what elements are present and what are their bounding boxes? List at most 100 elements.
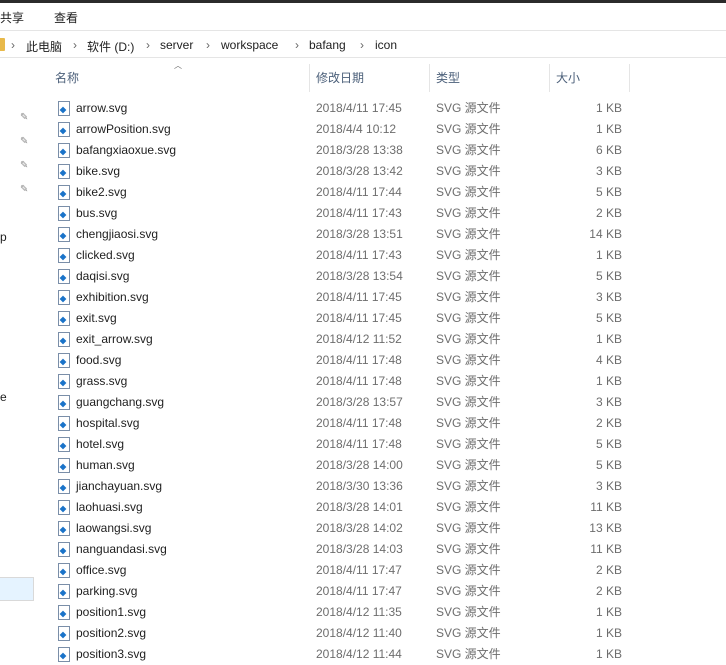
file-size: 1 KB [595, 248, 622, 262]
file-size: 5 KB [595, 311, 622, 325]
file-row[interactable]: chengjiaosi.svg 2018/3/28 13:51 SVG 源文件 14 … [47, 224, 630, 245]
svg-file-icon [58, 521, 70, 536]
nav-item-fragment[interactable]: e [0, 390, 7, 404]
file-type: SVG 源文件 [436, 353, 501, 367]
file-name: daqisi.svg [76, 269, 130, 283]
svg-file-icon [58, 605, 70, 620]
breadcrumb-this-pc[interactable]: 此电脑 [26, 38, 62, 55]
file-row[interactable]: human.svg 2018/3/28 14:00 SVG 源文件 5 KB [47, 455, 630, 476]
file-row[interactable]: position2.svg 2018/4/12 11:40 SVG 源文件 1 KB [47, 623, 630, 644]
file-type: SVG 源文件 [436, 458, 501, 472]
file-name: arrowPosition.svg [76, 122, 171, 136]
file-name: parking.svg [76, 584, 138, 598]
file-type: SVG 源文件 [436, 185, 501, 199]
tab-view[interactable]: 查看 [54, 9, 78, 26]
file-modified-date: 2018/4/11 17:47 [316, 563, 402, 577]
pin-icon[interactable]: ✎ [20, 161, 30, 171]
file-modified-date: 2018/3/28 13:54 [316, 269, 403, 283]
column-header-date[interactable]: 修改日期 [316, 64, 364, 92]
column-header-name[interactable]: 名称 [55, 64, 79, 92]
file-row[interactable]: laohuasi.svg 2018/3/28 14:01 SVG 源文件 11 KB [47, 497, 630, 518]
file-name: nanguandasi.svg [76, 542, 167, 556]
breadcrumb-drive-d[interactable]: 软件 (D:) [87, 38, 134, 55]
file-modified-date: 2018/3/28 14:03 [316, 542, 403, 556]
column-divider[interactable] [549, 64, 550, 92]
file-name: bus.svg [76, 206, 118, 220]
file-name: position1.svg [76, 605, 147, 619]
file-row[interactable]: exhibition.svg 2018/4/11 17:45 SVG 源文件 3 KB [47, 287, 630, 308]
file-type: SVG 源文件 [436, 647, 501, 661]
svg-file-icon [58, 290, 70, 305]
file-row[interactable]: bike2.svg 2018/4/11 17:44 SVG 源文件 5 KB [47, 182, 630, 203]
pin-icon[interactable]: ✎ [20, 113, 30, 123]
file-type: SVG 源文件 [436, 227, 501, 241]
column-divider[interactable] [629, 64, 630, 92]
file-size: 6 KB [595, 143, 622, 157]
pin-icon[interactable]: ✎ [20, 137, 30, 147]
file-row[interactable]: position1.svg 2018/4/12 11:35 SVG 源文件 1 KB [47, 602, 630, 623]
file-name: hospital.svg [76, 416, 140, 430]
file-type: SVG 源文件 [436, 164, 501, 178]
file-size: 5 KB [595, 437, 622, 451]
nav-item-selected[interactable] [0, 577, 34, 601]
file-type: SVG 源文件 [436, 395, 501, 409]
file-row[interactable]: office.svg 2018/4/11 17:47 SVG 源文件 2 KB [47, 560, 630, 581]
breadcrumb-workspace[interactable]: workspace [221, 38, 278, 52]
file-row[interactable]: jianchayuan.svg 2018/3/30 13:36 SVG 源文件 3 K… [47, 476, 630, 497]
file-type: SVG 源文件 [436, 206, 501, 220]
column-header-size[interactable]: 大小 [556, 64, 580, 92]
file-row[interactable]: nanguandasi.svg 2018/3/28 14:03 SVG 源文件 11 … [47, 539, 630, 560]
file-name: bike.svg [76, 164, 121, 178]
svg-file-icon [58, 353, 70, 368]
file-row[interactable]: position3.svg 2018/4/12 11:44 SVG 源文件 1 KB [47, 644, 630, 665]
chevron-right-icon[interactable]: › [73, 38, 77, 52]
file-type: SVG 源文件 [436, 437, 501, 451]
chevron-right-icon[interactable]: › [11, 38, 15, 52]
file-name: jianchayuan.svg [76, 479, 163, 493]
file-modified-date: 2018/4/12 11:35 [316, 605, 402, 619]
file-row[interactable]: bike.svg 2018/3/28 13:42 SVG 源文件 3 KB [47, 161, 630, 182]
file-size: 5 KB [595, 458, 622, 472]
column-divider[interactable] [309, 64, 310, 92]
file-row[interactable]: exit_arrow.svg 2018/4/12 11:52 SVG 源文件 1 KB [47, 329, 630, 350]
pin-icon[interactable]: ✎ [20, 185, 30, 195]
file-row[interactable]: laowangsi.svg 2018/3/28 14:02 SVG 源文件 13 KB [47, 518, 630, 539]
file-row[interactable]: hospital.svg 2018/4/11 17:48 SVG 源文件 2 KB [47, 413, 630, 434]
ribbon-tabs: 共享 查看 [0, 3, 726, 31]
file-row[interactable]: hotel.svg 2018/4/11 17:48 SVG 源文件 5 KB [47, 434, 630, 455]
file-size: 1 KB [595, 122, 622, 136]
file-modified-date: 2018/4/12 11:52 [316, 332, 402, 346]
file-row[interactable]: daqisi.svg 2018/3/28 13:54 SVG 源文件 5 KB [47, 266, 630, 287]
chevron-right-icon[interactable]: › [146, 38, 150, 52]
chevron-right-icon[interactable]: › [295, 38, 299, 52]
file-type: SVG 源文件 [436, 311, 501, 325]
file-row[interactable]: guangchang.svg 2018/3/28 13:57 SVG 源文件 3 KB [47, 392, 630, 413]
file-row[interactable]: bafangxiaoxue.svg 2018/3/28 13:38 SVG 源文件 6… [47, 140, 630, 161]
svg-file-icon [58, 206, 70, 221]
file-row[interactable]: bus.svg 2018/4/11 17:43 SVG 源文件 2 KB [47, 203, 630, 224]
file-modified-date: 2018/3/28 14:00 [316, 458, 403, 472]
svg-file-icon [58, 458, 70, 473]
file-size: 2 KB [595, 416, 622, 430]
file-row[interactable]: arrow.svg 2018/4/11 17:45 SVG 源文件 1 KB [47, 98, 630, 119]
file-row[interactable]: arrowPosition.svg 2018/4/4 10:12 SVG 源文件 1 … [47, 119, 630, 140]
breadcrumb-bafang[interactable]: bafang [309, 38, 346, 52]
file-row[interactable]: clicked.svg 2018/4/11 17:43 SVG 源文件 1 KB [47, 245, 630, 266]
file-size: 2 KB [595, 584, 622, 598]
address-bar[interactable]: › 此电脑 › 软件 (D:) › server › workspace › b… [0, 34, 726, 58]
file-row[interactable]: exit.svg 2018/4/11 17:45 SVG 源文件 5 KB [47, 308, 630, 329]
chevron-right-icon[interactable]: › [206, 38, 210, 52]
column-header-type[interactable]: 类型 [436, 64, 460, 92]
nav-item-fragment[interactable]: p [0, 230, 7, 244]
breadcrumb-icon[interactable]: icon [375, 38, 397, 52]
file-row[interactable]: grass.svg 2018/4/11 17:48 SVG 源文件 1 KB [47, 371, 630, 392]
file-row[interactable]: parking.svg 2018/4/11 17:47 SVG 源文件 2 KB [47, 581, 630, 602]
file-name: exit_arrow.svg [76, 332, 153, 346]
tab-share[interactable]: 共享 [0, 9, 24, 26]
file-row[interactable]: food.svg 2018/4/11 17:48 SVG 源文件 4 KB [47, 350, 630, 371]
column-divider[interactable] [429, 64, 430, 92]
svg-file-icon [58, 626, 70, 641]
file-size: 11 KB [590, 542, 622, 556]
chevron-right-icon[interactable]: › [360, 38, 364, 52]
breadcrumb-server[interactable]: server [160, 38, 193, 52]
